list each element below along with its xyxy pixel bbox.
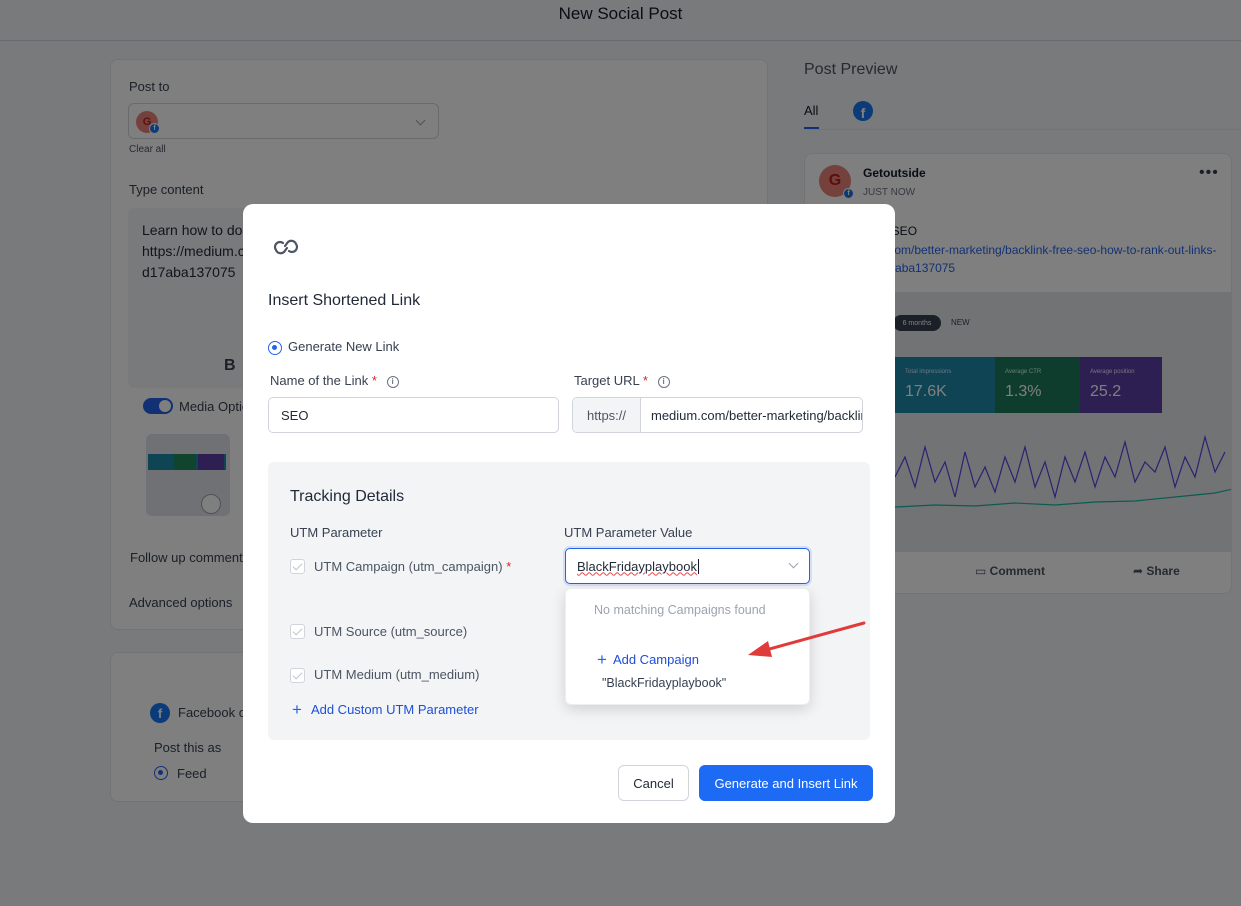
utm-medium-label: UTM Medium (utm_medium) bbox=[314, 667, 480, 682]
utm-value-header: UTM Parameter Value bbox=[564, 525, 693, 540]
insert-shortened-link-dialog: Insert Shortened Link Generate New Link … bbox=[243, 204, 895, 823]
add-campaign-option[interactable]: + Add Campaign bbox=[597, 650, 699, 670]
utm-campaign-label: UTM Campaign (utm_campaign) * bbox=[314, 559, 512, 574]
link-name-input[interactable]: SEO bbox=[268, 397, 559, 433]
generate-new-link-radio[interactable] bbox=[268, 341, 282, 355]
dialog-title: Insert Shortened Link bbox=[268, 292, 421, 309]
info-icon: i bbox=[657, 375, 670, 388]
text-caret bbox=[697, 558, 699, 574]
utm-source-label: UTM Source (utm_source) bbox=[314, 624, 468, 639]
link-icon bbox=[273, 239, 299, 255]
no-match-message: No matching Campaigns found bbox=[594, 603, 766, 617]
target-url-label: Target URL * i bbox=[574, 373, 670, 388]
utm-campaign-value: BlackFridayplaybook bbox=[577, 558, 697, 574]
utm-source-checkbox[interactable] bbox=[290, 624, 305, 639]
link-name-label: Name of the Link * i bbox=[270, 373, 399, 388]
generate-insert-link-button[interactable]: Generate and Insert Link bbox=[699, 765, 873, 801]
campaign-dropdown: No matching Campaigns found + Add Campaig… bbox=[565, 588, 810, 705]
chevron-down-icon bbox=[788, 558, 799, 569]
generate-new-link-label: Generate New Link bbox=[288, 339, 400, 354]
plus-icon: + bbox=[292, 700, 302, 719]
url-protocol-prefix: https:// bbox=[573, 398, 641, 432]
utm-campaign-checkbox[interactable] bbox=[290, 559, 305, 574]
tracking-details-title: Tracking Details bbox=[290, 488, 405, 505]
new-campaign-value[interactable]: "BlackFridayplaybook" bbox=[602, 676, 726, 690]
target-url-input[interactable]: https:// medium.com/better-marketing/bac… bbox=[572, 397, 863, 433]
utm-medium-checkbox[interactable] bbox=[290, 668, 305, 683]
plus-icon: + bbox=[597, 650, 607, 669]
utm-campaign-input[interactable]: BlackFridayplaybook bbox=[565, 548, 810, 584]
url-value: medium.com/better-marketing/backlink-fre… bbox=[651, 407, 862, 423]
info-icon: i bbox=[386, 375, 399, 388]
add-custom-utm-button[interactable]: + Add Custom UTM Parameter bbox=[292, 700, 479, 720]
utm-parameter-header: UTM Parameter bbox=[290, 525, 383, 540]
cancel-button[interactable]: Cancel bbox=[618, 765, 689, 801]
